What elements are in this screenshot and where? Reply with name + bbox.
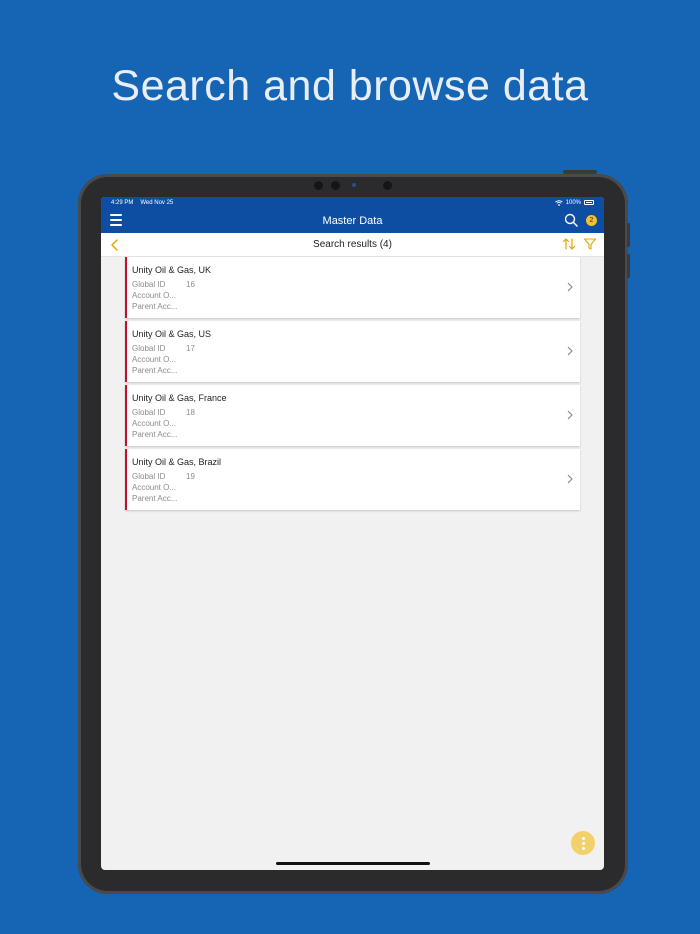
chevron-right-icon (567, 282, 573, 292)
global-id-label: Global ID (132, 280, 166, 289)
list-item[interactable]: Unity Oil & Gas, Brazil Global ID 19 Acc… (125, 449, 580, 510)
volume-up-button (627, 223, 630, 247)
notification-badge[interactable]: 2 (586, 215, 597, 226)
item-name: Unity Oil & Gas, US (132, 329, 212, 339)
chevron-right-icon (567, 474, 573, 484)
account-label: Account O... (132, 419, 177, 428)
account-label: Account O... (132, 483, 177, 492)
status-time: 4:29 PM (111, 199, 134, 206)
list-item[interactable]: Unity Oil & Gas, France Global ID 18 Acc… (125, 385, 580, 446)
chevron-right-icon (567, 410, 573, 420)
camera-indicator (352, 183, 356, 187)
list-item[interactable]: Unity Oil & Gas, US Global ID 17 Account… (125, 321, 580, 382)
global-id-value: 19 (186, 472, 195, 481)
top-nav-bar: Master Data 2 (101, 208, 604, 233)
app-screen: 4:29 PM Wed Nov 25 100% Master Data 2 Se… (101, 197, 604, 870)
chevron-right-icon (567, 346, 573, 356)
sensor-dot (331, 181, 340, 190)
parent-label: Parent Acc... (132, 430, 178, 439)
account-label: Account O... (132, 355, 177, 364)
parent-label: Parent Acc... (132, 366, 178, 375)
global-id-value: 18 (186, 408, 195, 417)
home-indicator (276, 862, 430, 865)
global-id-label: Global ID (132, 408, 166, 417)
parent-label: Parent Acc... (132, 494, 178, 503)
item-name: Unity Oil & Gas, France (132, 393, 227, 403)
sort-icon[interactable] (562, 237, 576, 251)
wifi-icon (554, 199, 563, 206)
battery-percent: 100% (565, 199, 581, 206)
page-title: Master Data (322, 214, 383, 227)
battery-icon (584, 200, 594, 205)
status-date: Wed Nov 25 (140, 199, 174, 206)
filter-icon[interactable] (583, 237, 597, 251)
search-icon[interactable] (564, 213, 578, 227)
account-label: Account O... (132, 291, 177, 300)
global-id-label: Global ID (132, 472, 166, 481)
item-name: Unity Oil & Gas, UK (132, 265, 212, 275)
item-name: Unity Oil & Gas, Brazil (132, 457, 222, 467)
list-item[interactable]: Unity Oil & Gas, UK Global ID 16 Account… (125, 257, 580, 318)
sensor-dot (314, 181, 323, 190)
more-vertical-icon[interactable] (571, 831, 595, 855)
parent-label: Parent Acc... (132, 302, 178, 311)
chevron-left-icon[interactable] (109, 238, 121, 252)
global-id-value: 16 (186, 280, 195, 289)
status-bar: 4:29 PM Wed Nov 25 100% (101, 197, 604, 208)
results-list: Unity Oil & Gas, UK Global ID 16 Account… (125, 257, 580, 513)
results-title: Search results (4) (313, 239, 392, 250)
global-id-value: 17 (186, 344, 195, 353)
global-id-label: Global ID (132, 344, 166, 353)
front-camera (383, 181, 392, 190)
hamburger-icon[interactable] (110, 214, 122, 226)
results-header: Search results (4) (101, 233, 604, 257)
volume-down-button (627, 254, 630, 278)
marketing-headline: Search and browse data (111, 62, 589, 110)
